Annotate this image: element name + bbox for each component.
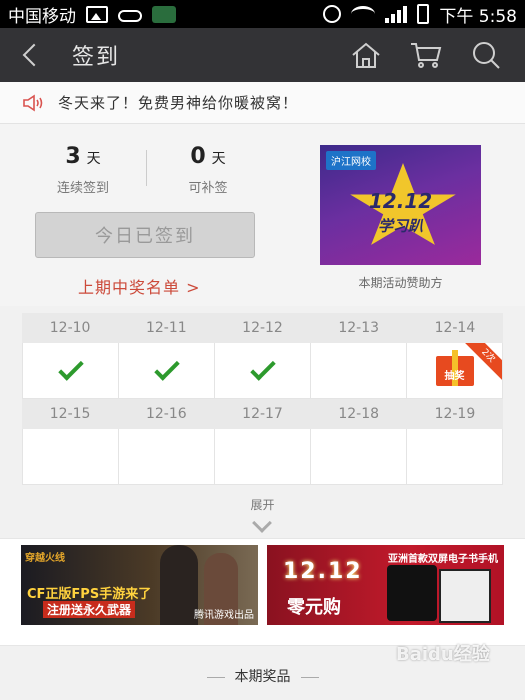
calendar-date: 12-15 [49,406,91,422]
calendar-date: 12-17 [242,406,283,422]
consecutive-days-label: 连续签到 [56,181,109,196]
ereader-phone-image [439,569,491,623]
speaker-icon [23,94,43,111]
calendar-day-checked [119,343,215,399]
clock: 下午 5:58 [439,6,517,27]
wifi-icon [351,6,376,22]
phone-sale-banner[interactable]: 亚洲首款双屏电子书手机 12.12 零元购 [267,545,504,625]
calendar-row-week2 [22,429,503,485]
gallery-icon [86,5,108,23]
alarm-icon [323,5,342,23]
cf-game-banner[interactable]: 穿越火线 CF正版FPS手游来了 注册送永久武器 腾讯游戏出品 [21,545,258,625]
cf-headline: CF正版FPS手游来了 [27,587,152,602]
sponsor-headline: 12.12 [368,189,433,213]
consecutive-days-stat: 3天 连续签到 [33,144,133,196]
calendar-date: 12-16 [145,406,187,422]
cloud-icon [118,9,142,22]
calendar-day-checked [22,343,119,399]
phone-image [387,565,437,621]
calendar-date: 12-12 [242,320,283,336]
calendar-row-week1: 抽奖 2次 [22,343,503,399]
mall-zero-buy: 零元购 [287,597,341,618]
chevron-left-icon [22,43,46,67]
checkmark-icon [57,354,84,381]
calendar-date: 12-19 [434,406,476,422]
soldier-figure [160,545,198,625]
previous-winners-link[interactable]: 上期中奖名单 > [78,274,201,298]
back-button[interactable] [0,28,60,82]
calendar-date: 12-11 [145,320,187,336]
stat-divider [146,150,147,186]
calendar-day-empty [311,343,407,399]
calendar-day-checked [215,343,311,399]
calendar-date: 12-18 [338,406,380,422]
calendar-day-empty [215,429,311,485]
baidu-watermark: Baidu经验 [396,644,490,665]
home-icon [352,42,380,68]
checkmark-icon [249,354,276,381]
calendar-day-empty [22,429,119,485]
sponsor-subline: 学习趴 [377,217,423,235]
mall-headline: 亚洲首款双屏电子书手机 [388,554,498,565]
home-button[interactable] [349,38,383,72]
sponsor-ad-image[interactable]: 沪江网校 12.12 学习趴 [320,145,481,265]
calendar-day-empty [311,429,407,485]
sponsor-caption: 本期活动赞助方 [358,276,443,290]
cf-game-logo: 穿越火线 [25,553,65,564]
gift-icon: 抽奖 [435,349,474,386]
makeup-days-label: 可补签 [188,181,228,196]
checkmark-icon [153,354,180,381]
makeup-days-value: 0 [190,144,206,169]
page-title: 签到 [72,45,121,70]
cart-button[interactable] [409,38,443,72]
status-bar: 中国移动 下午 5:58 [0,0,525,28]
cf-subline: 注册送永久武器 [43,601,136,618]
mall-date: 12.12 [283,559,363,584]
expand-calendar-button[interactable]: 展开 [0,496,525,513]
calendar-day-empty [119,429,215,485]
consecutive-days-unit: 天 [86,151,101,167]
battery-icon [417,4,430,24]
cart-icon [411,43,442,68]
sign-in-calendar: 12-10 12-11 12-12 12-13 12-14 抽奖 2次 12-1… [22,313,503,485]
calendar-date: 12-13 [338,320,380,336]
notice-text: 冬天来了！免费男神给你暖被窝！ [58,94,299,112]
calendar-header-week1: 12-10 12-11 12-12 12-13 12-14 [22,313,503,343]
calendar-date: 12-10 [49,320,91,336]
calendar-header-week2: 12-15 12-16 12-17 12-18 12-19 [22,399,503,429]
cf-publisher-tag: 腾讯游戏出品 [194,610,254,621]
search-icon [473,42,500,69]
signal-icon [385,5,408,23]
search-button[interactable] [469,38,503,72]
carrier-name: 中国移动 [8,6,76,27]
top-navigation: 签到 [0,28,525,82]
makeup-days-unit: 天 [211,151,226,167]
calendar-day-gift[interactable]: 抽奖 2次 [407,343,503,399]
app-notification-icon [152,5,176,23]
makeup-days-stat: 0天 可补签 [158,144,258,196]
notice-bar[interactable]: 冬天来了！免费男神给你暖被窝！ [0,82,525,124]
prize-section-title: 本期奖品 [0,666,525,686]
sponsor-logo: 沪江网校 [326,151,376,170]
signed-today-button[interactable]: 今日已签到 [35,212,255,258]
gift-label: 抽奖 [444,370,465,382]
sign-in-panel: 3天 连续签到 0天 可补签 今日已签到 上期中奖名单 > 沪江网校 12.12… [0,124,525,306]
promo-banners: 穿越火线 CF正版FPS手游来了 注册送永久武器 腾讯游戏出品 亚洲首款双屏电子… [0,538,525,646]
consecutive-days-value: 3 [65,144,81,169]
chevron-down-icon[interactable] [252,513,272,533]
calendar-date: 12-14 [434,320,476,336]
calendar-day-empty [407,429,503,485]
